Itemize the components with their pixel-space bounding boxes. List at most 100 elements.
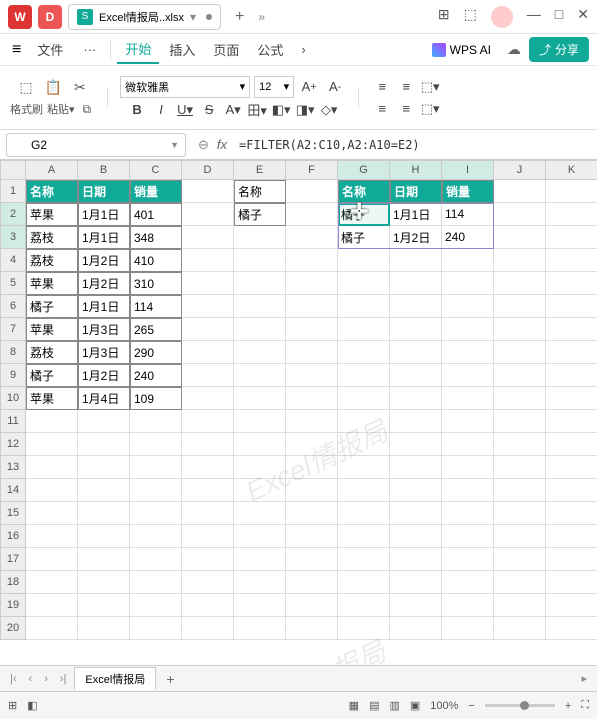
- cell[interactable]: [234, 433, 286, 456]
- cell[interactable]: [182, 594, 234, 617]
- cell[interactable]: [26, 410, 78, 433]
- cell[interactable]: 1月2日: [390, 226, 442, 249]
- cell[interactable]: [182, 548, 234, 571]
- fx-icon[interactable]: fx: [217, 137, 227, 152]
- cell[interactable]: [286, 295, 338, 318]
- file-menu[interactable]: 文件: [27, 36, 73, 63]
- cell[interactable]: [494, 295, 546, 318]
- cell[interactable]: 114: [130, 295, 182, 318]
- cell[interactable]: [26, 594, 78, 617]
- cell[interactable]: [338, 272, 390, 295]
- cell[interactable]: [442, 502, 494, 525]
- cell[interactable]: 名称: [26, 180, 78, 203]
- cell[interactable]: [286, 180, 338, 203]
- cell[interactable]: [390, 548, 442, 571]
- sheet-nav-last-icon[interactable]: ›|: [56, 673, 71, 685]
- cell[interactable]: [286, 226, 338, 249]
- cell[interactable]: [546, 203, 597, 226]
- cell[interactable]: 日期: [390, 180, 442, 203]
- cell[interactable]: [442, 295, 494, 318]
- more-menu[interactable]: ···: [75, 38, 104, 61]
- spreadsheet-grid[interactable]: ABCDEFGHIJK 1234567891011121314151617181…: [0, 160, 597, 680]
- doc-logo-icon[interactable]: D: [38, 5, 62, 29]
- col-header-K[interactable]: K: [546, 160, 597, 180]
- cell[interactable]: [234, 226, 286, 249]
- highlight-button[interactable]: ◨▾: [294, 100, 316, 120]
- cell[interactable]: [546, 387, 597, 410]
- view-reading-icon[interactable]: ▣: [410, 699, 420, 712]
- cell[interactable]: [338, 479, 390, 502]
- cell[interactable]: 1月1日: [78, 226, 130, 249]
- cell[interactable]: [338, 456, 390, 479]
- layout-icon[interactable]: ⊞: [438, 6, 450, 28]
- cell[interactable]: [442, 341, 494, 364]
- zoom-level[interactable]: 100%: [430, 700, 458, 712]
- cell[interactable]: 109: [130, 387, 182, 410]
- cell[interactable]: [286, 525, 338, 548]
- cell[interactable]: [182, 617, 234, 640]
- cell[interactable]: [390, 364, 442, 387]
- col-header-A[interactable]: A: [26, 160, 78, 180]
- cell[interactable]: [546, 341, 597, 364]
- cell[interactable]: [234, 341, 286, 364]
- tab-formula[interactable]: 公式: [249, 36, 291, 63]
- cell[interactable]: [442, 433, 494, 456]
- cell[interactable]: [546, 364, 597, 387]
- cell[interactable]: [494, 571, 546, 594]
- cell[interactable]: [78, 525, 130, 548]
- col-header-C[interactable]: C: [130, 160, 182, 180]
- cell[interactable]: [442, 318, 494, 341]
- cell[interactable]: [390, 617, 442, 640]
- font-select[interactable]: 微软雅黑▾: [120, 76, 250, 98]
- sheet-scroll-icon[interactable]: ▸: [577, 672, 591, 685]
- cell[interactable]: [182, 364, 234, 387]
- cell[interactable]: 名称: [338, 180, 390, 203]
- fill-button[interactable]: ◧▾: [270, 100, 292, 120]
- cell[interactable]: 1月4日: [78, 387, 130, 410]
- cell[interactable]: [182, 249, 234, 272]
- cell[interactable]: [286, 364, 338, 387]
- col-header-D[interactable]: D: [182, 160, 234, 180]
- cell[interactable]: [182, 571, 234, 594]
- cell[interactable]: 114: [442, 203, 494, 226]
- cell[interactable]: [338, 410, 390, 433]
- tabs-expand-icon[interactable]: ›: [293, 38, 313, 61]
- cell[interactable]: [286, 548, 338, 571]
- cell[interactable]: 销量: [130, 180, 182, 203]
- cell[interactable]: [442, 249, 494, 272]
- cell[interactable]: 苹果: [26, 203, 78, 226]
- cell[interactable]: [494, 548, 546, 571]
- cell[interactable]: [234, 364, 286, 387]
- cell[interactable]: [546, 571, 597, 594]
- cell[interactable]: 410: [130, 249, 182, 272]
- cell[interactable]: [390, 571, 442, 594]
- cell[interactable]: [442, 571, 494, 594]
- cell[interactable]: [546, 272, 597, 295]
- sheet-tab[interactable]: Excel情报局: [74, 667, 156, 690]
- cell[interactable]: 名称: [234, 180, 286, 203]
- cell[interactable]: 1月2日: [78, 272, 130, 295]
- cell[interactable]: [494, 387, 546, 410]
- cell[interactable]: [26, 525, 78, 548]
- row-header-15[interactable]: 15: [0, 502, 26, 525]
- cell[interactable]: [234, 594, 286, 617]
- paste-icon[interactable]: 📋: [41, 77, 66, 98]
- hamburger-icon[interactable]: ≡: [8, 41, 25, 59]
- cell[interactable]: [338, 295, 390, 318]
- cell[interactable]: [26, 433, 78, 456]
- cell[interactable]: [390, 249, 442, 272]
- col-header-B[interactable]: B: [78, 160, 130, 180]
- cell[interactable]: [182, 410, 234, 433]
- cell[interactable]: [390, 341, 442, 364]
- row-header-20[interactable]: 20: [0, 617, 26, 640]
- cell[interactable]: [234, 456, 286, 479]
- status-icon[interactable]: ⊞: [8, 699, 17, 712]
- zoom-out-button[interactable]: −: [468, 700, 474, 712]
- cell[interactable]: 290: [130, 341, 182, 364]
- font-color-button[interactable]: A▾: [222, 100, 244, 120]
- col-header-G[interactable]: G: [338, 160, 390, 180]
- row-header-10[interactable]: 10: [0, 387, 26, 410]
- cell[interactable]: [494, 318, 546, 341]
- cell[interactable]: [494, 203, 546, 226]
- row-header-2[interactable]: 2: [0, 203, 26, 226]
